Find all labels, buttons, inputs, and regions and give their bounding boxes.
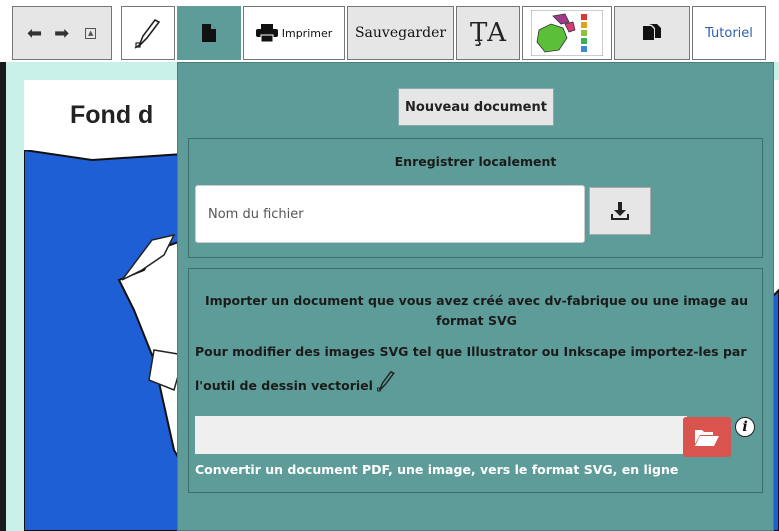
text-size-button[interactable]: ŢA xyxy=(456,6,520,60)
pen-tool-icon xyxy=(134,18,161,49)
undo-icon[interactable]: ⬅ xyxy=(27,23,42,44)
filename-input[interactable] xyxy=(195,185,585,243)
modify-svg-text: Pour modifier des images SVG tel que Ill… xyxy=(195,344,747,359)
vector-draw-button[interactable] xyxy=(121,6,175,60)
text-size-icon: ŢA xyxy=(469,18,507,48)
page-title: Fond d xyxy=(70,101,154,129)
vector-tool-text: l'outil de dessin vectoriel xyxy=(195,378,373,393)
copy-button[interactable] xyxy=(614,6,690,60)
download-icon xyxy=(611,202,629,220)
save-label: Sauvegarder xyxy=(354,25,447,41)
print-button[interactable]: Imprimer xyxy=(243,6,345,60)
history-small-icon[interactable]: ▲ xyxy=(85,27,97,39)
save-section-title: Enregistrer localement xyxy=(394,154,557,169)
undo-redo-group: ⬅ ➡ ▲ xyxy=(12,6,112,60)
tutorial-label: Tutoriel xyxy=(705,25,753,41)
import-description: Importer un document que vous avez créé … xyxy=(204,293,749,328)
svg-file-input[interactable] xyxy=(195,416,687,454)
file-menu-panel: Nouveau document Enregistrer localement … xyxy=(177,62,774,531)
browse-folder-button[interactable] xyxy=(683,417,731,457)
map-thumbnail-button[interactable] xyxy=(522,6,612,60)
download-button[interactable] xyxy=(589,187,651,235)
toolbar: ⬅ ➡ ▲ Imprimer Sauvegarder ŢA Tutoriel xyxy=(0,0,779,62)
save-button[interactable]: Sauvegarder xyxy=(347,6,454,60)
redo-icon[interactable]: ➡ xyxy=(54,23,69,44)
printer-icon xyxy=(255,24,278,42)
map-thumbnail-icon xyxy=(531,10,603,56)
folder-open-icon xyxy=(695,430,719,446)
file-menu-button[interactable] xyxy=(177,6,241,60)
vector-tool-line: l'outil de dessin vectoriel xyxy=(195,369,397,393)
convert-pdf-link[interactable]: Convertir un document PDF, une image, ve… xyxy=(195,462,678,477)
import-section: Importer un document que vous avez créé … xyxy=(188,268,763,493)
tutorial-button[interactable]: Tutoriel xyxy=(692,6,766,60)
info-icon[interactable]: i xyxy=(735,417,755,437)
pen-tool-icon xyxy=(376,370,395,392)
save-locally-section: Enregistrer localement xyxy=(188,138,763,258)
print-label: Imprimer xyxy=(281,26,333,40)
new-document-button[interactable]: Nouveau document xyxy=(398,88,554,126)
file-icon xyxy=(202,24,216,42)
copy-icon xyxy=(643,24,661,40)
